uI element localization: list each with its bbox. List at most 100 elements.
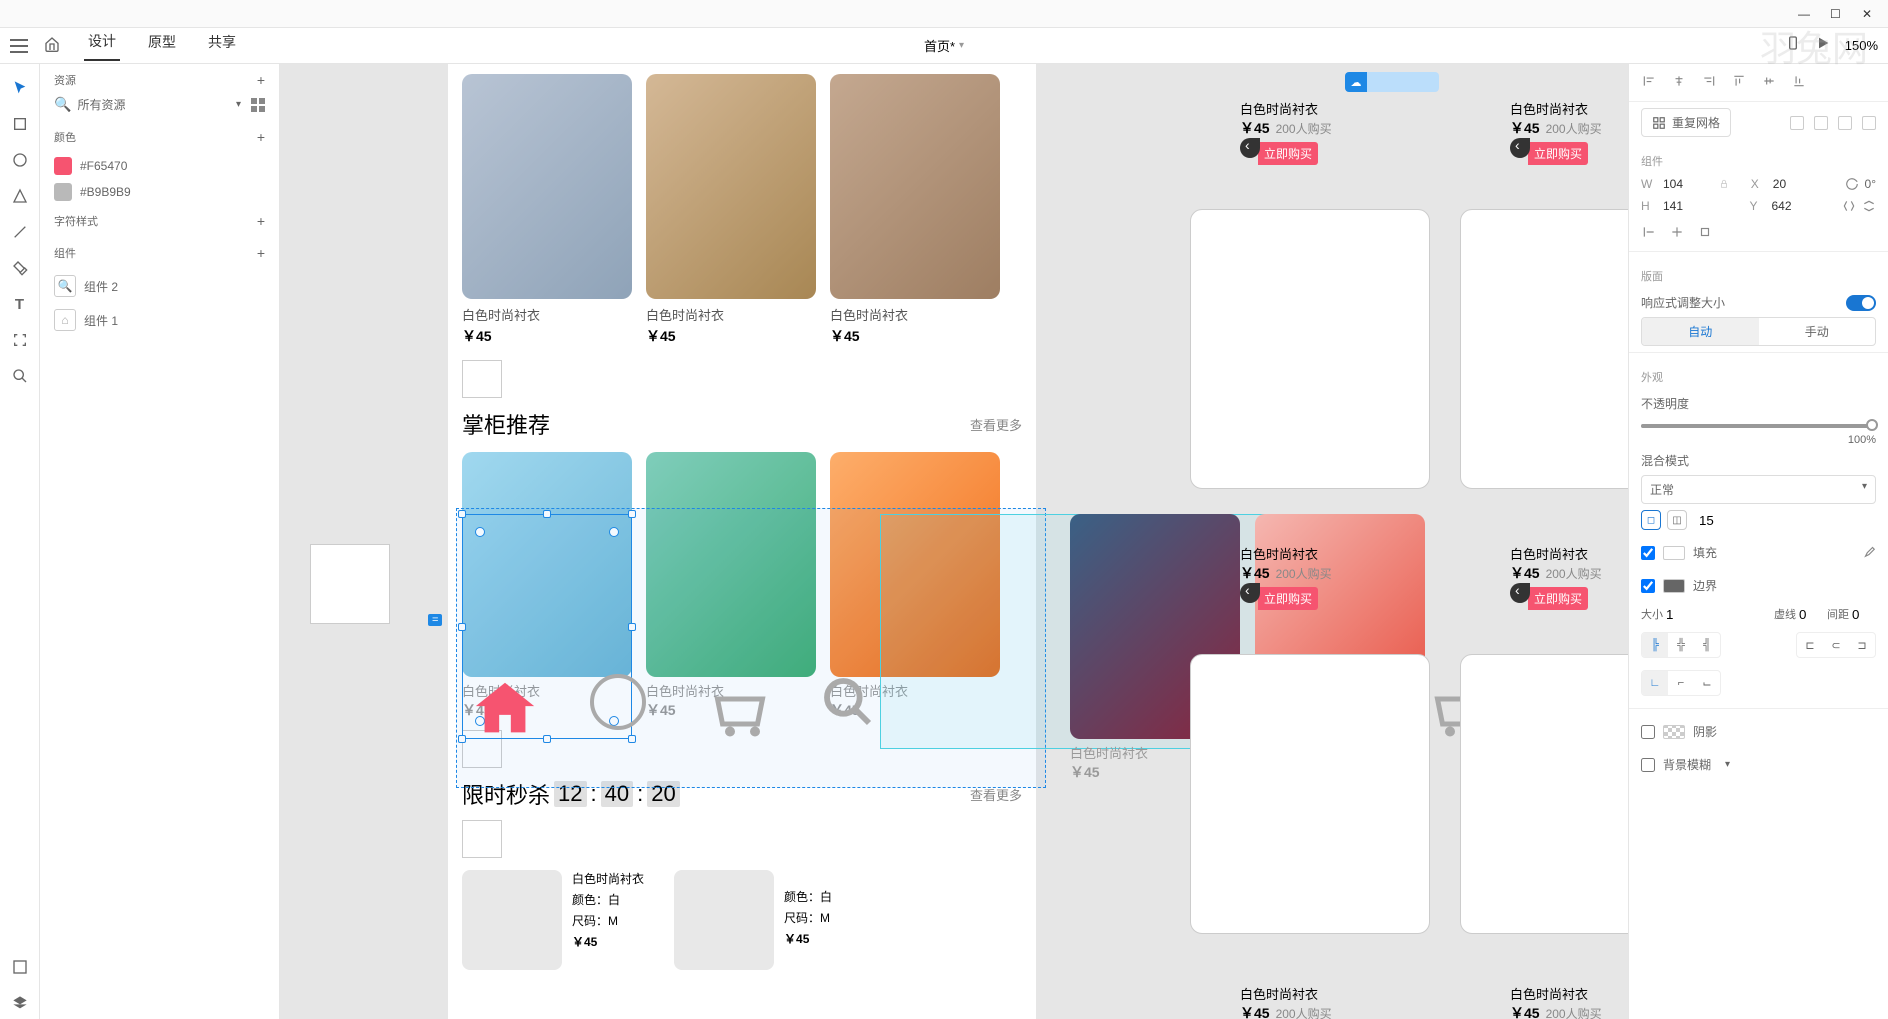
chevron-down-icon[interactable]: ▾: [236, 99, 245, 110]
scroll-card[interactable]: 白色时尚衬衣 ￥45: [646, 452, 816, 720]
shadow-swatch[interactable]: [1663, 725, 1685, 739]
border-gap-input[interactable]: [1852, 607, 1876, 622]
shadow-checkbox[interactable]: [1641, 725, 1655, 739]
eyedropper-icon[interactable]: [1862, 544, 1876, 561]
chevron-down-icon[interactable]: ▾: [1725, 759, 1730, 770]
border-dash-input[interactable]: [1799, 607, 1823, 622]
add-color[interactable]: +: [257, 129, 265, 145]
cap-square-icon[interactable]: ⊐: [1849, 633, 1875, 657]
deal-image[interactable]: [462, 870, 562, 970]
phone-preview-icon[interactable]: [1785, 35, 1801, 56]
border-size-input[interactable]: [1666, 607, 1690, 622]
manual-option[interactable]: 手动: [1759, 318, 1876, 345]
corner-individual-icon[interactable]: ◫: [1667, 510, 1687, 530]
zoom-tool[interactable]: [4, 360, 36, 392]
line-tool[interactable]: [4, 216, 36, 248]
join-bevel-icon[interactable]: ⌙: [1694, 671, 1720, 695]
select-tool[interactable]: [4, 72, 36, 104]
add-asset[interactable]: +: [257, 72, 265, 88]
document-title[interactable]: 首页* ▾: [924, 36, 964, 55]
repeat-grid-button[interactable]: 重复网格: [1641, 108, 1731, 137]
fill-checkbox[interactable]: [1641, 546, 1655, 560]
bgblur-checkbox[interactable]: [1641, 758, 1655, 772]
play-preview-icon[interactable]: [1815, 35, 1831, 56]
product-card[interactable]: 白色时尚衬衣 ￥45: [646, 74, 816, 346]
align-left-icon[interactable]: [1641, 74, 1657, 91]
responsive-toggle[interactable]: [1846, 295, 1876, 311]
subtract-op-icon[interactable]: [1814, 116, 1828, 130]
pos-center-icon[interactable]: ╬: [1668, 633, 1694, 657]
pos-inner-icon[interactable]: ╠: [1642, 633, 1668, 657]
auto-option[interactable]: 自动: [1642, 318, 1759, 345]
artboard-main[interactable]: 白色时尚衬衣 ￥45 白色时尚衬衣 ￥45 白色时尚衬衣 ￥45 掌柜推荐 查看…: [448, 64, 1036, 1019]
exclude-op-icon[interactable]: [1862, 116, 1876, 130]
fill-swatch[interactable]: [1663, 546, 1685, 560]
artboard-secondary[interactable]: 白色时尚衬衣 ￥45200人购买 立即购买 白色时尚衬衣 ￥45200人购买 立…: [1160, 64, 1590, 1019]
flip-v-icon[interactable]: [1862, 199, 1876, 213]
y-input[interactable]: [1772, 199, 1822, 213]
anchor-right-icon[interactable]: [1697, 225, 1711, 239]
flip-h-icon[interactable]: [1842, 199, 1856, 213]
blend-mode-select[interactable]: 正常 ▾: [1641, 475, 1876, 504]
align-right-icon[interactable]: [1701, 74, 1717, 91]
join-miter-icon[interactable]: ∟: [1642, 671, 1668, 695]
border-swatch[interactable]: [1663, 579, 1685, 593]
add-component[interactable]: +: [257, 245, 265, 261]
pen-tool[interactable]: [4, 252, 36, 284]
canvas[interactable]: = ☁ 白色时尚衬衣 ￥45 白色时尚衬衣 ￥45: [280, 64, 1628, 1019]
cap-round-icon[interactable]: ⊂: [1823, 633, 1849, 657]
anchor-center-icon[interactable]: [1669, 225, 1683, 239]
align-middle-icon[interactable]: [1761, 74, 1777, 91]
intersect-op-icon[interactable]: [1838, 116, 1852, 130]
x-input[interactable]: [1773, 177, 1823, 191]
asset-filter[interactable]: 所有资源: [77, 96, 230, 113]
mini-frame[interactable]: [1460, 654, 1628, 934]
pos-outer-icon[interactable]: ╣: [1694, 633, 1720, 657]
color-swatch-1[interactable]: #F65470: [40, 153, 279, 179]
opacity-slider[interactable]: [1641, 424, 1876, 428]
mini-frame[interactable]: [1190, 654, 1430, 934]
zoom-level[interactable]: 150%: [1845, 38, 1878, 53]
cap-butt-icon[interactable]: ⊏: [1797, 633, 1823, 657]
mini-frame[interactable]: [1190, 209, 1430, 489]
rotate-icon[interactable]: [1845, 177, 1859, 191]
component-item-1[interactable]: ⌂ 组件 1: [40, 303, 279, 337]
anchor-left-icon[interactable]: [1641, 225, 1655, 239]
tab-design[interactable]: 设计: [84, 31, 120, 61]
artboard-tool[interactable]: [4, 324, 36, 356]
assets-icon[interactable]: [4, 951, 36, 983]
align-top-icon[interactable]: [1731, 74, 1747, 91]
tab-share[interactable]: 共享: [204, 32, 240, 60]
canvas-shape[interactable]: [310, 544, 390, 624]
layers-icon[interactable]: [4, 987, 36, 1019]
product-card[interactable]: 白色时尚衬衣 ￥45: [830, 74, 1000, 346]
height-input[interactable]: [1663, 199, 1713, 213]
border-checkbox[interactable]: [1641, 579, 1655, 593]
buy-now-button[interactable]: 立即购买: [1528, 587, 1588, 610]
lock-icon[interactable]: [1719, 179, 1729, 189]
buy-now-button[interactable]: 立即购买: [1528, 142, 1588, 165]
see-more-link[interactable]: 查看更多: [970, 415, 1022, 434]
buy-now-button[interactable]: 立即购买: [1258, 587, 1318, 610]
corner-all-icon[interactable]: ◻: [1641, 510, 1661, 530]
home-icon[interactable]: [44, 36, 60, 56]
menu-icon[interactable]: [10, 39, 28, 53]
see-more-link[interactable]: 查看更多: [970, 785, 1022, 804]
width-input[interactable]: [1663, 177, 1713, 191]
corner-radius-input[interactable]: [1699, 513, 1739, 528]
triangle-tool[interactable]: [4, 180, 36, 212]
add-op-icon[interactable]: [1790, 116, 1804, 130]
placeholder-box[interactable]: [462, 360, 502, 398]
text-tool[interactable]: T: [4, 288, 36, 320]
add-char-style[interactable]: +: [257, 213, 265, 229]
component-item-2[interactable]: 🔍 组件 2: [40, 269, 279, 303]
align-center-h-icon[interactable]: [1671, 74, 1687, 91]
window-maximize[interactable]: ☐: [1830, 7, 1844, 21]
rotation-input[interactable]: 0°: [1865, 177, 1876, 191]
align-bottom-icon[interactable]: [1791, 74, 1807, 91]
tab-prototype[interactable]: 原型: [144, 32, 180, 60]
ellipse-tool[interactable]: [4, 144, 36, 176]
placeholder-box[interactable]: [462, 820, 502, 858]
mini-frame[interactable]: [1460, 209, 1628, 489]
grid-view-icon[interactable]: [251, 98, 265, 112]
